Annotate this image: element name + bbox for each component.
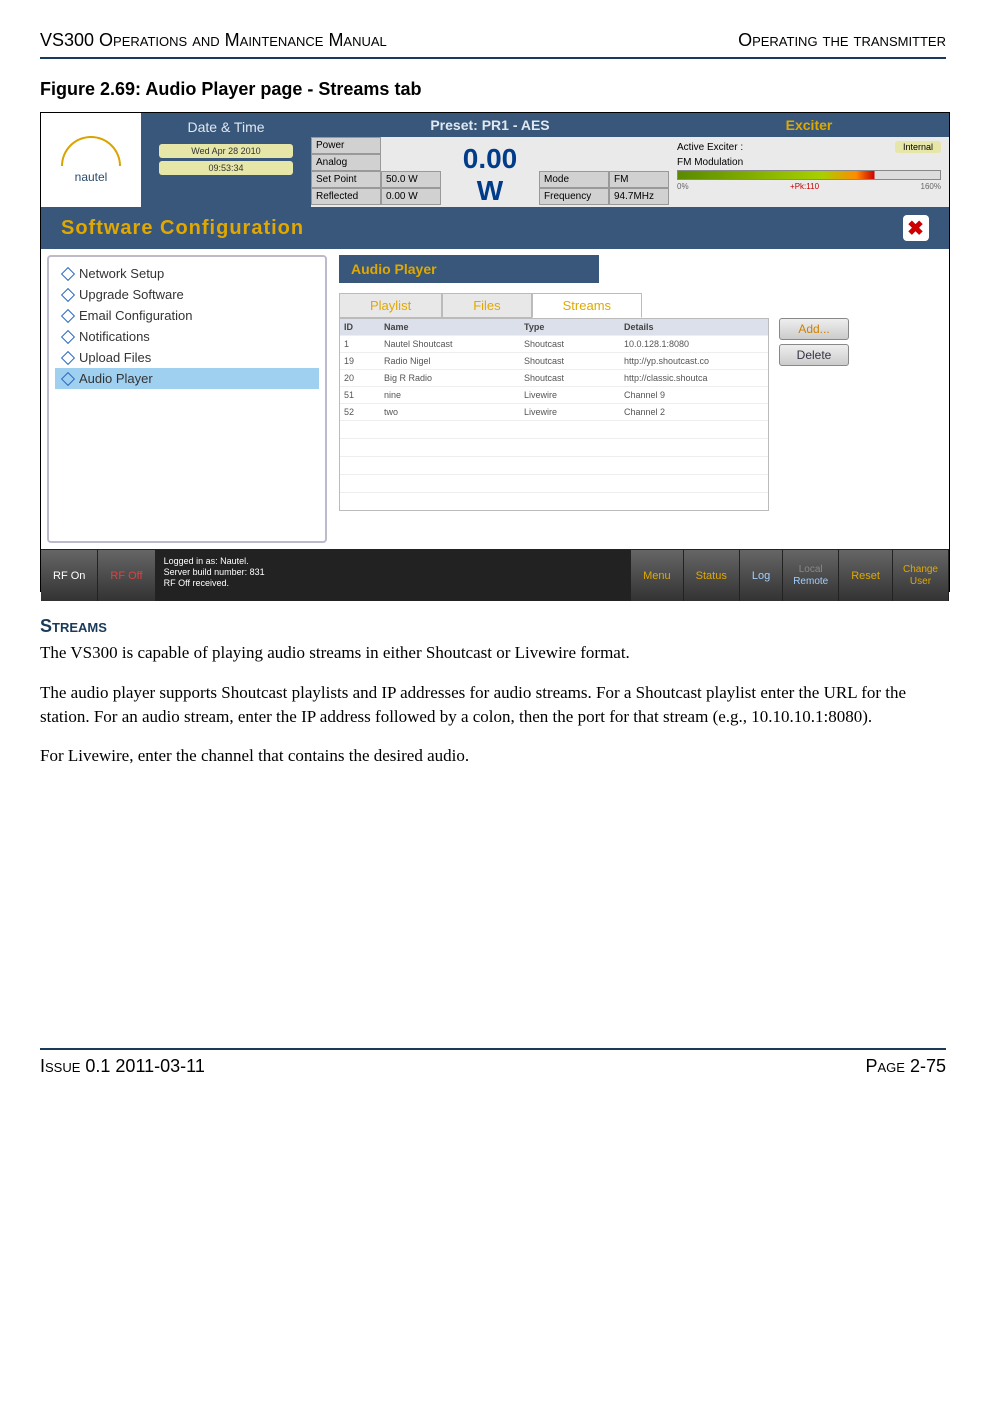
- mod-scale-high: 160%: [921, 182, 941, 191]
- sidebar-item-label: Upgrade Software: [79, 287, 184, 302]
- log-button[interactable]: Log: [740, 550, 783, 601]
- mode-label: Mode: [539, 171, 609, 188]
- power-label: Power: [311, 137, 381, 154]
- mod-scale-low: 0%: [677, 182, 689, 191]
- doc-title-right: Operating the transmitter: [738, 30, 946, 51]
- sidebar-item-audio-player[interactable]: Audio Player: [55, 368, 319, 389]
- setpoint-label: Set Point: [311, 171, 381, 188]
- doc-title-left: VS300 Operations and Maintenance Manual: [40, 30, 387, 51]
- sidebar: Network Setup Upgrade Software Email Con…: [47, 255, 327, 543]
- table-row[interactable]: 19Radio NigelShoutcasthttp://yp.shoutcas…: [340, 352, 768, 369]
- reset-button[interactable]: Reset: [839, 550, 893, 601]
- time-display: 09:53:34: [159, 161, 293, 175]
- preset-title: Preset: PR1 - AES: [311, 113, 669, 137]
- screenshot-container: nautel Date & Time Wed Apr 28 2010 09:53…: [40, 112, 950, 592]
- mod-scale-peak: +Pk:110: [790, 182, 819, 191]
- brand-logo: nautel: [41, 113, 141, 207]
- rf-off-button[interactable]: RF Off: [98, 550, 155, 601]
- freq-value: 94.7MHz: [609, 188, 669, 205]
- datetime-panel: Date & Time Wed Apr 28 2010 09:53:34: [141, 113, 311, 207]
- date-display: Wed Apr 28 2010: [159, 144, 293, 158]
- col-name[interactable]: Name: [380, 319, 520, 335]
- diamond-icon: [61, 287, 75, 301]
- body-paragraph: For Livewire, enter the channel that con…: [40, 744, 946, 768]
- setpoint-value: 50.0 W: [381, 171, 441, 188]
- col-details[interactable]: Details: [620, 319, 768, 335]
- streams-table: ID Name Type Details 1Nautel ShoutcastSh…: [339, 318, 769, 511]
- tab-streams[interactable]: Streams: [532, 293, 642, 318]
- datetime-title: Date & Time: [141, 113, 311, 141]
- diamond-icon: [61, 350, 75, 364]
- sidebar-item-email[interactable]: Email Configuration: [55, 305, 319, 326]
- status-button[interactable]: Status: [684, 550, 740, 601]
- sidebar-item-label: Network Setup: [79, 266, 164, 281]
- status-text: Logged in as: Nautel. Server build numbe…: [156, 550, 632, 601]
- diamond-icon: [61, 266, 75, 280]
- mode-value: FM: [609, 171, 669, 188]
- sidebar-item-upgrade[interactable]: Upgrade Software: [55, 284, 319, 305]
- sidebar-item-upload[interactable]: Upload Files: [55, 347, 319, 368]
- logo-arc-icon: [61, 136, 121, 166]
- exciter-panel: Exciter Active Exciter : Internal FM Mod…: [669, 113, 949, 207]
- table-row[interactable]: 1Nautel ShoutcastShoutcast10.0.128.1:808…: [340, 335, 768, 352]
- active-exciter-label: Active Exciter :: [677, 142, 743, 153]
- rf-on-button[interactable]: RF On: [41, 550, 98, 601]
- col-type[interactable]: Type: [520, 319, 620, 335]
- table-row[interactable]: 52twoLivewireChannel 2: [340, 403, 768, 420]
- power-reading: 0.00 W: [441, 137, 539, 213]
- modulation-bar: [677, 170, 941, 180]
- analog-label: Analog: [311, 154, 381, 171]
- diamond-icon: [61, 329, 75, 343]
- diamond-icon: [61, 308, 75, 322]
- exciter-title: Exciter: [669, 113, 949, 137]
- sidebar-item-label: Upload Files: [79, 350, 151, 365]
- figure-caption: Figure 2.69: Audio Player page - Streams…: [40, 79, 946, 100]
- sidebar-item-label: Notifications: [79, 329, 150, 344]
- audio-player-header: Audio Player: [339, 255, 599, 283]
- footer-page: Page 2-75: [866, 1056, 947, 1077]
- diamond-icon: [61, 371, 75, 385]
- table-row[interactable]: 20Big R RadioShoutcasthttp://classic.sho…: [340, 369, 768, 386]
- menu-button[interactable]: Menu: [631, 550, 684, 601]
- sidebar-item-notifications[interactable]: Notifications: [55, 326, 319, 347]
- close-icon[interactable]: ✖: [903, 215, 929, 241]
- software-config-title: Software Configuration: [61, 217, 304, 240]
- section-heading: Streams: [40, 616, 946, 637]
- add-button[interactable]: Add...: [779, 318, 849, 340]
- delete-button[interactable]: Delete: [779, 344, 849, 366]
- change-user-button[interactable]: Change User: [893, 550, 949, 601]
- footer-issue: Issue 0.1 2011-03-11: [40, 1056, 205, 1077]
- sidebar-item-network[interactable]: Network Setup: [55, 263, 319, 284]
- freq-label: Frequency: [539, 188, 609, 205]
- tab-playlist[interactable]: Playlist: [339, 293, 442, 318]
- local-remote-toggle[interactable]: Local Remote: [783, 550, 839, 601]
- body-paragraph: The VS300 is capable of playing audio st…: [40, 641, 946, 665]
- sidebar-item-label: Email Configuration: [79, 308, 192, 323]
- sidebar-item-label: Audio Player: [79, 371, 153, 386]
- reflected-label: Reflected: [311, 188, 381, 205]
- fm-modulation-label: FM Modulation: [677, 157, 941, 168]
- col-id[interactable]: ID: [340, 319, 380, 335]
- active-exciter-value: Internal: [895, 141, 941, 153]
- body-paragraph: The audio player supports Shoutcast play…: [40, 681, 946, 729]
- reflected-value: 0.00 W: [381, 188, 441, 205]
- preset-panel: Preset: PR1 - AES Power Analog Set Point…: [311, 113, 669, 207]
- tab-files[interactable]: Files: [442, 293, 531, 318]
- table-row[interactable]: 51nineLivewireChannel 9: [340, 386, 768, 403]
- brand-name: nautel: [75, 170, 108, 184]
